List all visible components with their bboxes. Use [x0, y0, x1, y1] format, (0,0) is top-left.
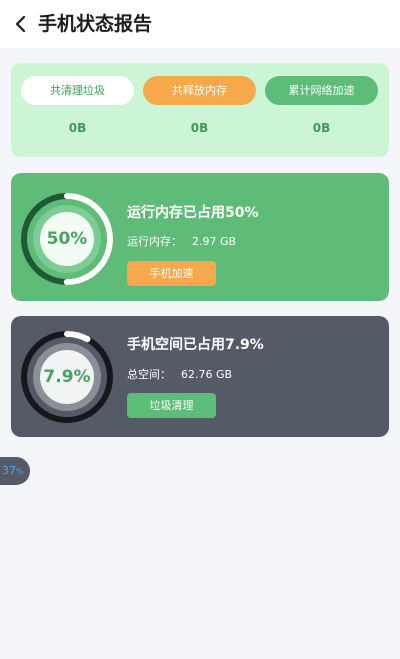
memory-detail-value: 2.97 GB	[192, 235, 237, 248]
floating-badge-value: 37	[2, 464, 16, 477]
storage-usage-card: 7.9% 手机空间已占用7.9% 总空间： 62.76 GB 垃圾清理	[11, 316, 389, 437]
network-boost-value: 0B	[312, 121, 331, 135]
storage-detail-value: 62.76 GB	[181, 368, 233, 381]
page-title: 手机状态报告	[38, 13, 153, 35]
tab-network-boost[interactable]: 累计网络加速	[265, 76, 378, 105]
floating-badge-unit: %	[16, 467, 24, 476]
tab-cleaned-junk[interactable]: 共清理垃圾	[21, 76, 134, 105]
storage-detail: 总空间： 62.76 GB	[127, 366, 232, 382]
memory-percent-label: 50%	[46, 229, 88, 249]
app-header: 手机状态报告	[0, 0, 400, 48]
floating-usage-badge[interactable]: 37%	[0, 457, 30, 485]
memory-usage-card: 50% 运行内存已占用50% 运行内存： 2.97 GB 手机加速	[11, 173, 389, 301]
memory-detail-label: 运行内存：	[127, 235, 182, 248]
storage-title: 手机空间已占用7.9%	[127, 337, 264, 353]
back-button[interactable]	[8, 10, 34, 38]
storage-detail-label: 总空间：	[127, 368, 171, 381]
tab-released-memory[interactable]: 共释放内存	[143, 76, 256, 105]
memory-gauge: 50%	[20, 192, 114, 286]
chevron-left-icon	[15, 15, 26, 33]
storage-percent-label: 7.9%	[43, 367, 91, 387]
memory-detail: 运行内存： 2.97 GB	[127, 233, 236, 249]
memory-title: 运行内存已占用50%	[127, 205, 259, 221]
summary-card: 共清理垃圾 共释放内存 累计网络加速 0B 0B 0B	[11, 63, 389, 157]
storage-gauge: 7.9%	[20, 330, 114, 424]
cleaned-junk-value: 0B	[68, 121, 87, 135]
phone-boost-button[interactable]: 手机加速	[127, 261, 216, 286]
junk-clean-button[interactable]: 垃圾清理	[127, 393, 216, 418]
released-memory-value: 0B	[190, 121, 209, 135]
